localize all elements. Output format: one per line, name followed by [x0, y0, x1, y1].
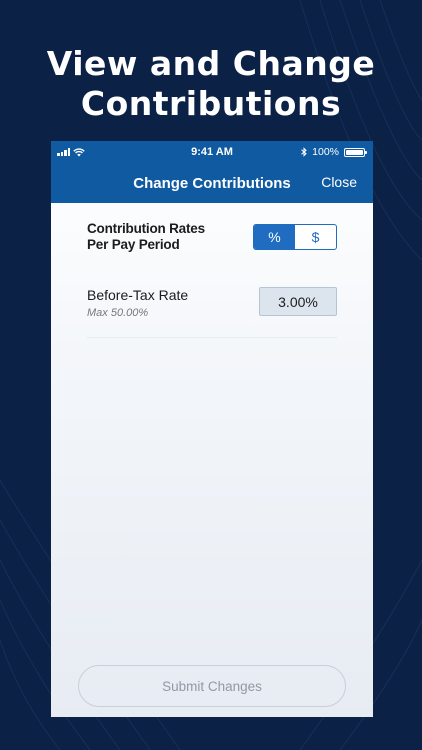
- battery-icon: [344, 147, 367, 157]
- nav-bar: Change Contributions Close: [51, 163, 373, 203]
- battery-percent: 100%: [312, 146, 339, 158]
- headline: View and Change Contributions: [0, 44, 422, 124]
- status-right: 100%: [301, 146, 367, 158]
- signal-icon: [57, 148, 70, 156]
- status-left: [57, 147, 85, 157]
- unit-toggle: % $: [253, 224, 337, 250]
- dollar-toggle-button[interactable]: $: [295, 225, 336, 249]
- headline-line-1: View and Change: [46, 44, 376, 83]
- before-tax-rate-input[interactable]: 3.00%: [259, 287, 337, 316]
- before-tax-rate-label: Before-Tax Rate: [87, 287, 189, 303]
- submit-changes-button[interactable]: Submit Changes: [78, 665, 346, 707]
- close-button[interactable]: Close: [321, 174, 357, 190]
- headline-line-2: Contributions: [80, 84, 342, 123]
- divider: [87, 337, 337, 338]
- contribution-rates-label: Contribution Rates Per Pay Period: [87, 221, 205, 253]
- phone-screen: 9:41 AM 100% Change Contributions Close …: [51, 141, 373, 717]
- wifi-icon: [73, 147, 85, 156]
- nav-title: Change Contributions: [133, 174, 291, 192]
- contribution-rates-line-2: Per Pay Period: [87, 237, 180, 252]
- status-bar: 9:41 AM 100%: [51, 141, 373, 163]
- bluetooth-icon: [301, 147, 307, 157]
- before-tax-max-text: Max 50.00%: [87, 307, 149, 319]
- contribution-rates-line-1: Contribution Rates: [87, 221, 205, 236]
- percent-toggle-button[interactable]: %: [254, 225, 295, 249]
